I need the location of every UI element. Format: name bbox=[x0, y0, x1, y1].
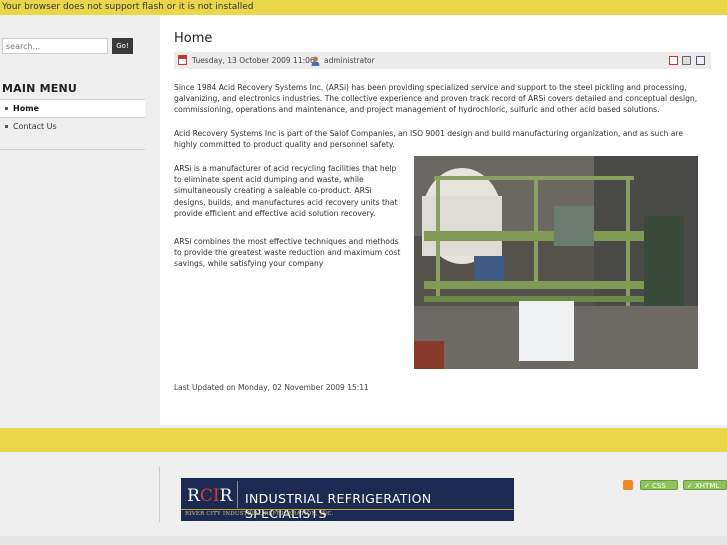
valid-xhtml-badge[interactable]: ✓ XHTML bbox=[683, 480, 727, 490]
pdf-icon[interactable] bbox=[669, 56, 678, 65]
article-paragraph: ARSi combines the most effective techniq… bbox=[174, 237, 401, 269]
search-go-button[interactable]: Go! bbox=[112, 38, 133, 54]
last-updated: Last Updated on Monday, 02 November 2009… bbox=[174, 383, 369, 392]
article-paragraph: ARSi is a manufacturer of acid recycling… bbox=[174, 164, 398, 218]
check-icon: ✓ bbox=[687, 482, 693, 490]
menu-item-label: Home bbox=[13, 104, 39, 113]
menu-item-home[interactable]: Home bbox=[0, 100, 145, 117]
print-icon[interactable] bbox=[682, 56, 691, 65]
banner-subtitle: RIVER CITY INDUSTRIAL REFRIGERATION, INC… bbox=[185, 511, 334, 517]
check-icon: ✓ bbox=[644, 482, 650, 490]
article-date: Tuesday, 13 October 2009 11:06 bbox=[192, 56, 315, 65]
page-title: Home bbox=[174, 31, 213, 46]
acid-recovery-unit-photo bbox=[414, 156, 698, 369]
bullet-icon bbox=[5, 125, 8, 128]
article-meta-bar: Tuesday, 13 October 2009 11:06 administr… bbox=[174, 52, 711, 69]
email-icon[interactable] bbox=[696, 56, 705, 65]
rss-icon[interactable] bbox=[623, 480, 633, 490]
banner-logo: RCIR bbox=[187, 486, 233, 506]
menu-divider bbox=[0, 149, 145, 150]
article-paragraph: Since 1984 Acid Recovery Systems Inc. (A… bbox=[174, 83, 698, 115]
menu-item-label: Contact Us bbox=[13, 122, 57, 131]
search-input[interactable] bbox=[2, 38, 108, 54]
sidebar bbox=[0, 15, 160, 425]
main-menu-title: MAIN MENU bbox=[2, 82, 77, 95]
menu-item-contact-us[interactable]: Contact Us bbox=[0, 118, 145, 135]
bottom-bar bbox=[0, 536, 727, 545]
bullet-icon bbox=[5, 107, 8, 110]
industrial-refrigeration-banner[interactable]: RCIR INDUSTRIAL REFRIGERATION SPECIALIST… bbox=[181, 478, 514, 521]
footer-accent-band bbox=[0, 428, 727, 452]
flash-notice: Your browser does not support flash or i… bbox=[0, 0, 727, 15]
user-icon bbox=[311, 55, 320, 66]
article-author: administrator bbox=[324, 56, 375, 65]
footer-divider bbox=[159, 467, 160, 522]
calendar-icon bbox=[178, 55, 187, 65]
banner-divider bbox=[237, 481, 238, 508]
valid-css-badge[interactable]: ✓ CSS bbox=[640, 480, 678, 490]
banner-stripe bbox=[181, 509, 514, 510]
article-paragraph: Acid Recovery Systems Inc is part of the… bbox=[174, 129, 684, 150]
